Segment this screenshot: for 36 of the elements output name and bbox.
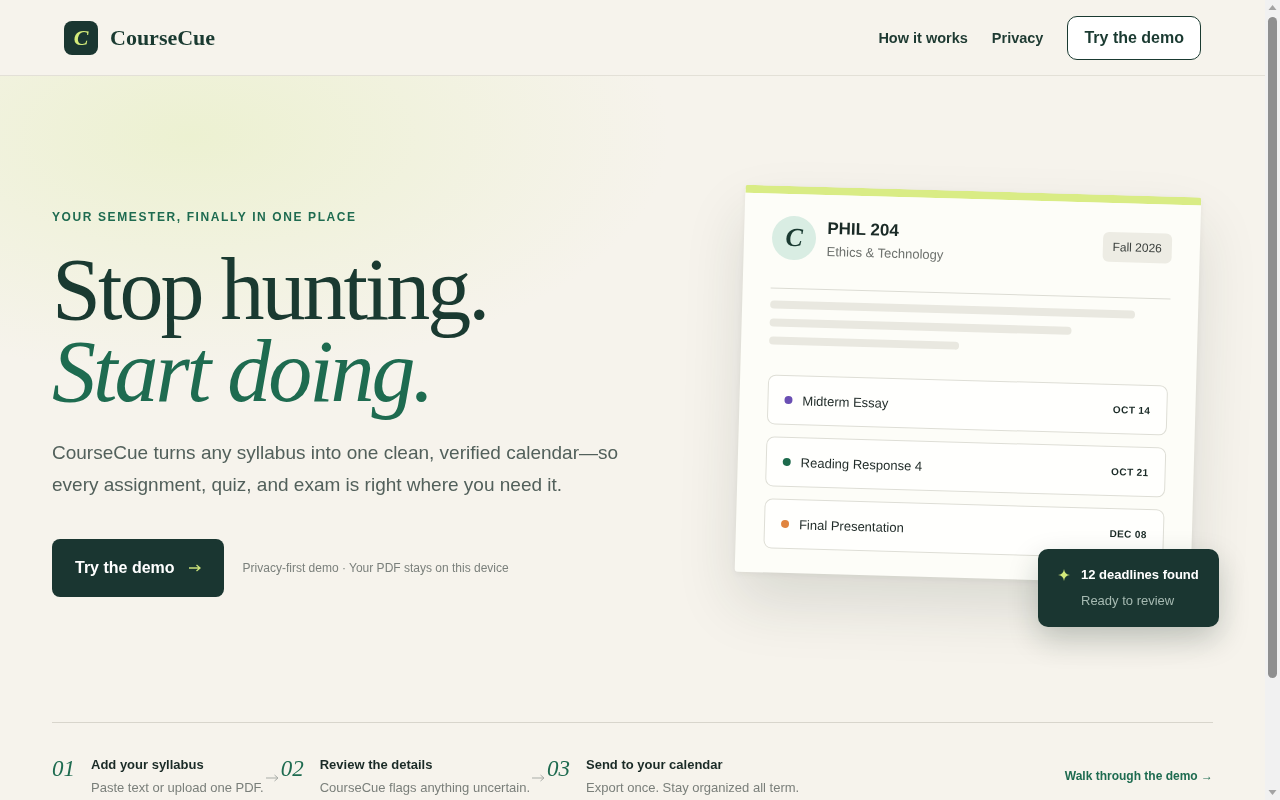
walkthrough-link[interactable]: Walk through the demo → xyxy=(1064,769,1213,783)
toast-title: 12 deadlines found xyxy=(1081,566,1200,584)
term-chip: Fall 2026 xyxy=(1102,231,1173,264)
hero-description: CourseCue turns any syllabus into one clean, verified calendar—so every assignment, quiz, and exam is right where you need it. xyxy=(52,441,620,497)
course-avatar: C xyxy=(771,215,817,261)
step-title: Add your syllabus xyxy=(91,756,205,773)
nav-link[interactable]: How it works xyxy=(878,29,968,46)
step-description: CourseCue flags anything uncertain. xyxy=(319,779,530,796)
step-title: Review the details xyxy=(319,756,434,773)
step-description: Paste text or upload one PDF. xyxy=(91,779,264,796)
eyebrow-text: YOUR SEMESTER, FINALLY IN ONE PLACE xyxy=(52,209,358,225)
privacy-note: Privacy-first demo · Your PDF stays on this device xyxy=(242,561,509,575)
deadline-title: Midterm Essay xyxy=(802,392,889,411)
arrow-icon xyxy=(532,774,545,782)
step-title: Send to your calendar xyxy=(586,756,724,773)
deadline-title: Final Presentation xyxy=(798,516,904,535)
logo-mark[interactable]: C xyxy=(64,20,98,55)
try-demo-button[interactable]: Try the demo xyxy=(1067,15,1201,60)
course-title: Ethics & Technology xyxy=(826,244,944,263)
arrow-icon xyxy=(188,564,201,572)
deadline-date: OCT 21 xyxy=(1111,465,1149,478)
step-description: Export once. Stay organized all term. xyxy=(586,779,800,796)
deadline-title: Reading Response 4 xyxy=(800,454,923,474)
brand-name: CourseCue xyxy=(110,24,216,51)
deadline-date: OCT 14 xyxy=(1112,403,1151,416)
sparkle-icon xyxy=(1058,569,1070,581)
step-number: 03 xyxy=(547,756,571,782)
step-number: 01 xyxy=(52,756,76,782)
course-code: PHIL 204 xyxy=(827,219,901,242)
deadline-date: DEC 08 xyxy=(1109,527,1148,540)
step-number: 02 xyxy=(280,756,305,782)
arrow-icon xyxy=(265,774,279,782)
headline: Stop hunting. Start doing. xyxy=(51,240,489,422)
toast-subtitle: Ready to review xyxy=(1081,593,1176,609)
nav-link[interactable]: Privacy xyxy=(991,29,1044,46)
try-demo-button[interactable]: Try the demo xyxy=(52,539,224,597)
